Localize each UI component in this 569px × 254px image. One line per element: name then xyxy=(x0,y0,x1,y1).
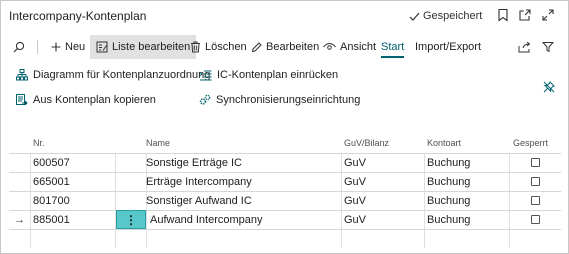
page-frame: Intercompany-Kontenplan Gespeichert Neu … xyxy=(0,0,569,254)
cell-guv[interactable]: GuV xyxy=(344,192,366,210)
cell-kontoart[interactable]: Buchung xyxy=(427,211,470,229)
copy-label: Aus Kontenplan kopieren xyxy=(33,94,156,106)
blocked-checkbox[interactable] xyxy=(531,215,540,224)
cell-kontoart[interactable]: Buchung xyxy=(427,192,470,210)
action-bar: Neu Liste bearbeiten Löschen Bearbeiten … xyxy=(1,35,568,61)
sync-setup-action[interactable]: Synchronisierungseinrichtung xyxy=(199,94,360,106)
table-row-current[interactable]: → 885001 ⋮ Aufwand Intercompany GuV Buch… xyxy=(9,210,561,229)
edit-button[interactable]: Bearbeiten xyxy=(251,35,319,59)
share-button[interactable] xyxy=(518,35,535,59)
saved-status: Gespeichert xyxy=(409,10,482,22)
indent-action[interactable]: IC-Kontenplan einrücken xyxy=(199,69,338,81)
search-icon xyxy=(13,41,25,53)
import-export-label: Import/Export xyxy=(415,41,482,53)
blocked-checkbox[interactable] xyxy=(531,196,540,205)
title-bar: Intercompany-Kontenplan Gespeichert xyxy=(1,1,568,31)
table-row[interactable]: 665001 Erträge Intercompany GuV Buchung xyxy=(9,172,561,191)
filter-icon xyxy=(542,42,554,53)
cell-name[interactable]: Erträge Intercompany xyxy=(146,173,252,191)
cell-nr[interactable]: 801700 xyxy=(33,192,70,210)
search-button[interactable] xyxy=(13,35,29,59)
edit-list-button[interactable]: Liste bearbeiten xyxy=(90,35,197,59)
blocked-checkbox[interactable] xyxy=(531,177,540,186)
org-chart-icon xyxy=(16,69,28,81)
tab-import-export[interactable]: Import/Export xyxy=(415,35,481,59)
diagram-label: Diagramm für Kontenplanzuordnung xyxy=(33,69,211,81)
copy-from-coa-action[interactable]: Aus Kontenplan kopieren xyxy=(16,94,156,106)
table-row[interactable]: 801700 Sonstiger Aufwand IC GuV Buchung xyxy=(9,191,561,210)
edit-label: Bearbeiten xyxy=(266,41,320,53)
checkmark-icon xyxy=(409,12,420,21)
cell-kontoart[interactable]: Buchung xyxy=(427,173,470,191)
cell-name[interactable]: Sonstige Erträge IC xyxy=(146,154,242,172)
toolbar-separator xyxy=(37,40,38,54)
saved-label: Gespeichert xyxy=(423,10,483,22)
view-label: Ansicht xyxy=(340,41,377,53)
edit-list-icon xyxy=(96,41,108,53)
start-label: Start xyxy=(381,41,405,53)
indent-icon xyxy=(199,70,212,80)
filter-button[interactable] xyxy=(542,35,558,59)
tab-start-underline xyxy=(381,56,405,58)
tab-start[interactable]: Start xyxy=(381,35,405,59)
new-button[interactable]: Neu xyxy=(51,35,85,59)
cell-guv[interactable]: GuV xyxy=(344,173,366,191)
new-button-label: Neu xyxy=(65,41,86,53)
cell-nr[interactable]: 885001 xyxy=(33,211,70,229)
pin-actions-button[interactable] xyxy=(543,81,560,93)
cell-guv[interactable]: GuV xyxy=(344,154,366,172)
delete-button[interactable]: Löschen xyxy=(190,35,247,59)
delete-label: Löschen xyxy=(205,41,247,53)
table-row[interactable]: 600507 Sonstige Erträge IC GuV Buchung xyxy=(9,153,561,172)
cell-name[interactable]: Aufwand Intercompany xyxy=(150,211,263,229)
cell-nr[interactable]: 665001 xyxy=(33,173,70,191)
cell-nr[interactable]: 600507 xyxy=(33,154,70,172)
indent-label: IC-Kontenplan einrücken xyxy=(217,69,339,81)
edit-list-label: Liste bearbeiten xyxy=(112,41,191,53)
open-new-window-icon[interactable] xyxy=(518,8,532,22)
table-row-empty[interactable] xyxy=(9,229,561,248)
blocked-checkbox[interactable] xyxy=(531,158,540,167)
cell-name[interactable]: Sonstiger Aufwand IC xyxy=(146,192,252,210)
current-row-arrow-icon: → xyxy=(14,214,25,226)
expand-icon[interactable] xyxy=(541,8,555,22)
view-button[interactable]: Ansicht xyxy=(323,35,376,59)
plus-icon xyxy=(51,42,61,52)
eye-icon xyxy=(323,43,336,50)
gears-icon xyxy=(199,94,211,105)
copy-document-icon xyxy=(16,94,28,106)
share-icon xyxy=(518,41,531,53)
row-actions-menu-button[interactable]: ⋮ xyxy=(116,210,146,229)
pencil-icon xyxy=(251,41,262,52)
diagram-action[interactable]: Diagramm für Kontenplanzuordnung xyxy=(16,69,210,81)
sync-label: Synchronisierungseinrichtung xyxy=(216,94,361,106)
cell-kontoart[interactable]: Buchung xyxy=(427,154,470,172)
bookmark-icon[interactable] xyxy=(496,8,510,22)
cell-guv[interactable]: GuV xyxy=(344,211,366,229)
trash-icon xyxy=(191,41,200,53)
page-title: Intercompany-Kontenplan xyxy=(9,9,147,23)
pin-icon xyxy=(543,81,555,93)
